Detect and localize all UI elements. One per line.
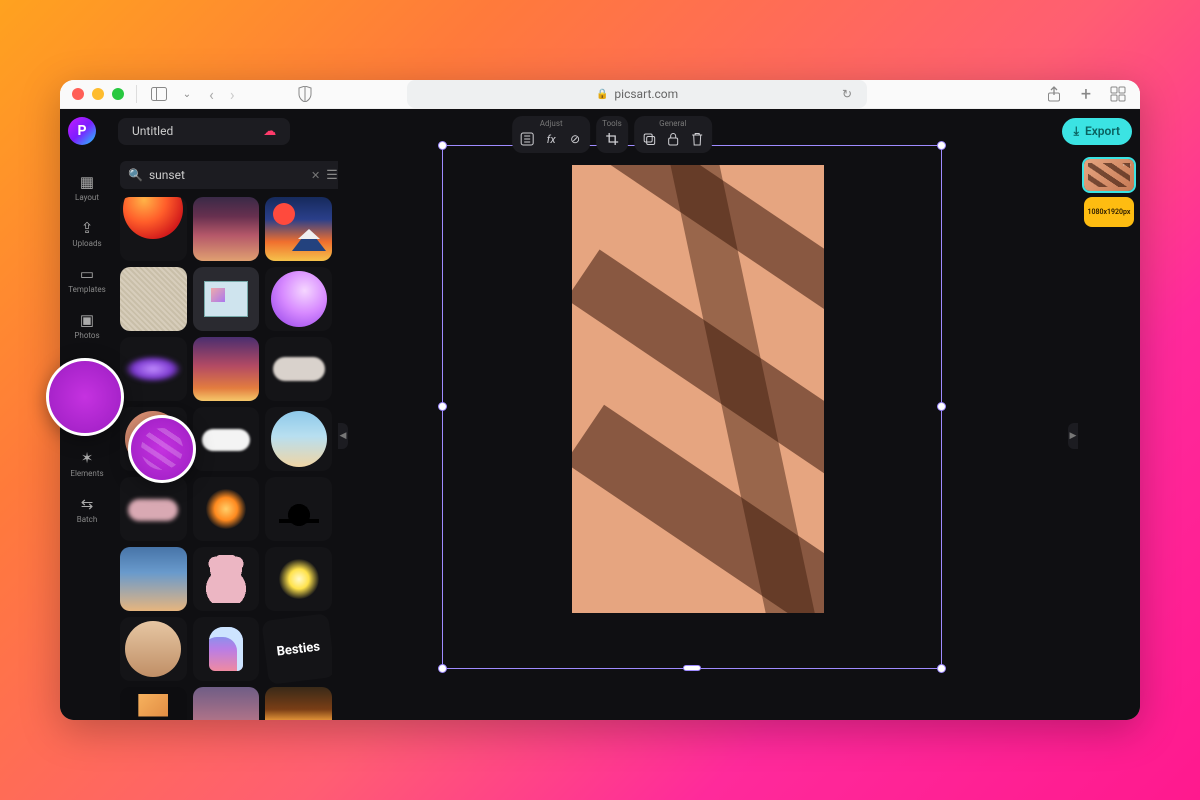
- sticker-tile[interactable]: [193, 197, 260, 261]
- collapse-right-panel-icon[interactable]: ▶: [1068, 423, 1078, 449]
- search-input[interactable]: [149, 168, 305, 182]
- search-icon: 🔍: [128, 168, 143, 182]
- stickers-panel: 🔍 ✕ ☰ ◡: [114, 109, 338, 720]
- crop-icon[interactable]: [603, 130, 621, 148]
- layout-icon: ▦: [80, 173, 94, 191]
- rail-elements[interactable]: ✶Elements: [62, 441, 112, 485]
- collapse-panel-icon[interactable]: ◀: [338, 423, 348, 449]
- rail-batch[interactable]: ⇆Batch: [62, 487, 112, 531]
- fx-icon[interactable]: fx: [542, 130, 560, 148]
- toolbar-group-label: General: [659, 119, 686, 130]
- sidebar-toggle-icon[interactable]: [149, 84, 169, 104]
- sticker-tile[interactable]: [265, 267, 332, 331]
- elements-icon: ✶: [81, 449, 94, 467]
- rail-photos[interactable]: ▣Photos: [62, 303, 112, 347]
- sticker-tile[interactable]: [265, 197, 332, 261]
- batch-icon: ⇆: [81, 495, 94, 513]
- new-tab-icon[interactable]: +: [1076, 84, 1096, 104]
- toolbar-group-tools: Tools: [596, 116, 628, 153]
- artboards-rail: ⋯ 1080x1920px: [1078, 109, 1140, 720]
- sticker-tile[interactable]: [265, 407, 332, 471]
- sticker-tile[interactable]: [265, 687, 332, 720]
- chevron-down-icon[interactable]: ⌄: [177, 84, 197, 104]
- resize-handle[interactable]: [438, 664, 447, 673]
- url-host: picsart.com: [614, 87, 678, 101]
- sticker-tile[interactable]: Besties: [262, 613, 332, 685]
- sticker-tile[interactable]: [193, 617, 260, 681]
- export-button[interactable]: ⤓ Export: [1062, 118, 1132, 145]
- sticker-tile[interactable]: [120, 617, 187, 681]
- sticker-tile[interactable]: [193, 477, 260, 541]
- resize-handle[interactable]: [438, 402, 447, 411]
- photos-icon: ▣: [80, 311, 94, 329]
- sticker-tile[interactable]: [120, 547, 187, 611]
- project-title-text: Untitled: [132, 124, 173, 138]
- rail-uploads[interactable]: ⇪Uploads: [62, 211, 112, 255]
- window-minimize-button[interactable]: [92, 88, 104, 100]
- nav-forward-button[interactable]: ›: [226, 85, 239, 104]
- rail-layout[interactable]: ▦Layout: [62, 165, 112, 209]
- sticker-tile[interactable]: [193, 337, 260, 401]
- canvas-area[interactable]: [338, 109, 1078, 720]
- resize-handle[interactable]: [937, 664, 946, 673]
- sticker-tile[interactable]: [265, 337, 332, 401]
- rail-templates[interactable]: ▭Templates: [62, 257, 112, 301]
- window-close-button[interactable]: [72, 88, 84, 100]
- project-title-field[interactable]: Untitled ☁: [118, 118, 290, 145]
- highlight-stickers-tab: [46, 358, 124, 436]
- sticker-tile[interactable]: [193, 407, 260, 471]
- selection-box[interactable]: [442, 145, 942, 669]
- filter-icon[interactable]: ☰: [326, 168, 338, 183]
- highlight-sticker-thumb: [128, 415, 196, 483]
- sticker-tile[interactable]: [193, 687, 260, 720]
- add-artboard-button[interactable]: 1080x1920px: [1084, 197, 1134, 227]
- sticker-tile[interactable]: [120, 337, 187, 401]
- trash-icon[interactable]: [688, 130, 706, 148]
- lock-layer-icon[interactable]: [664, 130, 682, 148]
- duplicate-icon[interactable]: [640, 130, 658, 148]
- sticker-tile[interactable]: [120, 197, 187, 261]
- export-label: Export: [1085, 124, 1120, 138]
- sticker-tile[interactable]: [120, 687, 187, 720]
- attach-icon[interactable]: ⊘: [566, 130, 584, 148]
- more-icon[interactable]: ⋯: [1122, 160, 1132, 171]
- sticker-tile[interactable]: [265, 547, 332, 611]
- clear-icon[interactable]: ✕: [311, 169, 320, 182]
- templates-icon: ▭: [80, 265, 94, 283]
- nav-back-button[interactable]: ‹: [205, 85, 218, 104]
- app-logo[interactable]: P: [68, 117, 96, 145]
- adjust-icon[interactable]: [518, 130, 536, 148]
- resize-handle[interactable]: [937, 402, 946, 411]
- url-bar[interactable]: 🔒 picsart.com ↻: [407, 80, 867, 108]
- resize-handle[interactable]: [683, 665, 701, 671]
- toolbar-group-general: General: [634, 116, 712, 153]
- window-maximize-button[interactable]: [112, 88, 124, 100]
- tab-overview-icon[interactable]: [1108, 84, 1128, 104]
- download-icon: ⤓: [1074, 124, 1079, 139]
- cloud-sync-icon[interactable]: ☁: [263, 124, 276, 139]
- toolbar-group-label: Tools: [602, 119, 622, 130]
- upload-icon: ⇪: [81, 219, 94, 237]
- canvas-toolbar: Adjust fx ⊘ Tools General: [512, 116, 712, 153]
- sticker-tile[interactable]: [193, 267, 260, 331]
- sticker-tile[interactable]: [120, 267, 187, 331]
- toolbar-group-label: Adjust: [540, 119, 563, 130]
- artboard-thumb[interactable]: ⋯: [1084, 159, 1134, 191]
- shield-icon[interactable]: [295, 84, 315, 104]
- refresh-icon[interactable]: ↻: [842, 87, 852, 101]
- sticker-tile[interactable]: [193, 547, 260, 611]
- toolbar-group-adjust: Adjust fx ⊘: [512, 116, 590, 153]
- share-icon[interactable]: [1044, 84, 1064, 104]
- sticker-tile[interactable]: [120, 477, 187, 541]
- sticker-tile[interactable]: [265, 477, 332, 541]
- divider: [136, 85, 137, 103]
- lock-icon: 🔒: [596, 89, 608, 100]
- search-box[interactable]: 🔍 ✕ ☰: [120, 161, 346, 189]
